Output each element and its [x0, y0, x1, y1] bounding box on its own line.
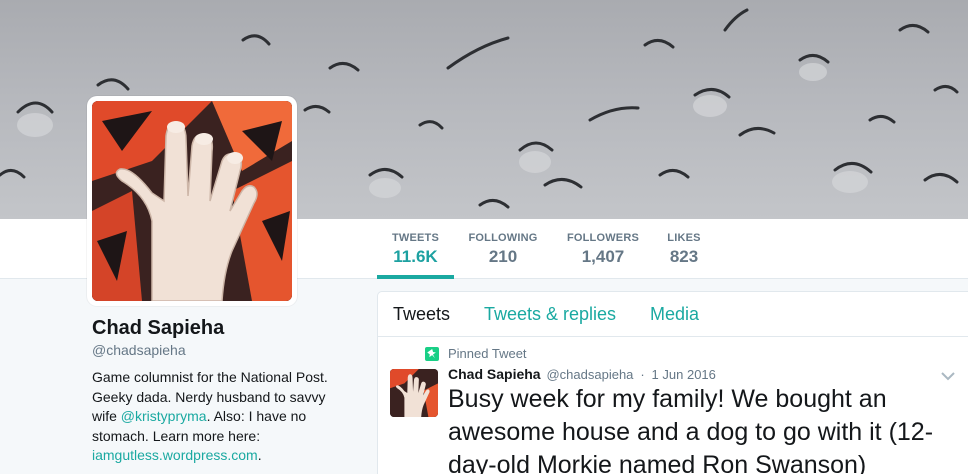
- tweet-author-handle[interactable]: @chadsapieha: [546, 367, 633, 382]
- stat-followers-label: FOLLOWERS: [566, 232, 640, 244]
- profile-bio: Game columnist for the National Post. Ge…: [92, 368, 354, 466]
- tab-tweets[interactable]: Tweets: [393, 304, 450, 325]
- stat-tweets[interactable]: TWEETS 11.6K: [377, 219, 454, 279]
- timeline: Tweets Tweets & replies Media Pinned Twe…: [377, 291, 968, 474]
- tweet-header: Chad Sapieha @chadsapieha · 1 Jun 2016: [448, 366, 716, 382]
- pin-icon: [425, 347, 439, 361]
- tweet-header-separator: ·: [640, 367, 645, 382]
- stat-following[interactable]: FOLLOWING 210: [466, 219, 540, 279]
- pinned-tweet[interactable]: Pinned Tweet Chad Sapieha @chadsapieha ·…: [378, 337, 968, 474]
- avatar: [92, 101, 292, 301]
- stat-followers[interactable]: FOLLOWERS 1,407: [565, 219, 641, 279]
- profile-avatar-frame[interactable]: [87, 96, 297, 306]
- tweet-text: Busy week for my family! We bought an aw…: [448, 385, 934, 474]
- tab-media[interactable]: Media: [650, 304, 699, 325]
- stat-following-label: FOLLOWING: [468, 232, 538, 244]
- active-stat-indicator: [377, 275, 454, 279]
- tab-tweets-replies[interactable]: Tweets & replies: [484, 304, 616, 325]
- tweet-timestamp[interactable]: 1 Jun 2016: [652, 367, 716, 382]
- stat-tweets-value: 11.6K: [393, 247, 438, 266]
- stat-likes-label: LIKES: [667, 232, 701, 244]
- tweet-author-name[interactable]: Chad Sapieha: [448, 366, 541, 382]
- avatar-hand-photo: [92, 101, 292, 301]
- stat-tweets-label: TWEETS: [391, 232, 440, 244]
- timeline-tabs: Tweets Tweets & replies Media: [378, 292, 968, 337]
- stat-likes[interactable]: LIKES 823: [664, 219, 704, 279]
- bio-mention-link[interactable]: @kristypryma: [121, 408, 207, 424]
- bio-url-link[interactable]: iamgutless.wordpress.com: [92, 447, 258, 463]
- chevron-down-icon[interactable]: [940, 369, 956, 381]
- tweet-author-avatar[interactable]: [390, 369, 438, 417]
- stat-likes-value: 823: [669, 247, 699, 266]
- profile-name[interactable]: Chad Sapieha: [92, 317, 224, 340]
- bio-text-c: .: [257, 447, 262, 463]
- stat-following-value: 210: [488, 247, 518, 266]
- stat-followers-value: 1,407: [581, 247, 625, 266]
- profile-handle[interactable]: @chadsapieha: [92, 342, 186, 358]
- pinned-tweet-label: Pinned Tweet: [448, 346, 527, 361]
